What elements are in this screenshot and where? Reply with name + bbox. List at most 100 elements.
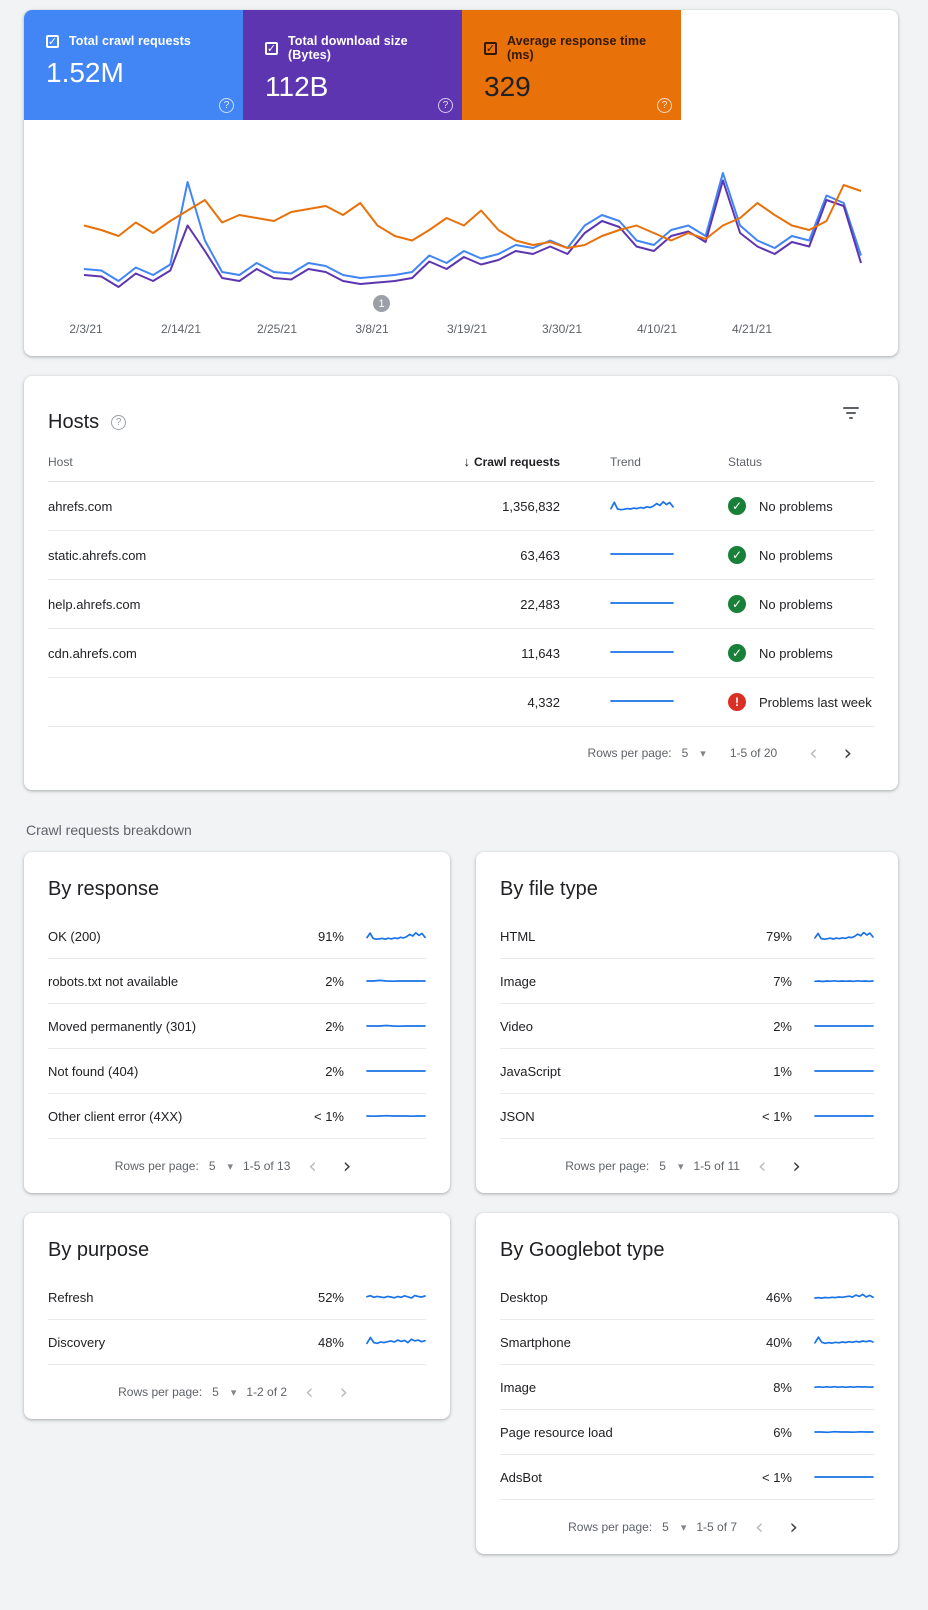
help-icon[interactable]: ? [657, 98, 672, 113]
breakdown-row-label: HTML [500, 929, 734, 944]
trend-sparkline [814, 1467, 874, 1487]
trend-sparkline [814, 1287, 874, 1307]
column-header-trend[interactable]: Trend [560, 455, 710, 469]
host-name: help.ahrefs.com [48, 597, 438, 612]
next-page-button[interactable]: › [836, 743, 860, 764]
metric-chips: ✓ Total crawl requests 1.52M ? ✓ Total d… [24, 10, 898, 120]
host-crawl-requests: 1,356,832 [438, 499, 560, 514]
host-row[interactable]: help.ahrefs.com 22,483 ✓No problems [48, 580, 874, 629]
breakdown-row[interactable]: OK (200) 91% [48, 914, 426, 959]
hosts-pagination: Rows per page: 5 ▾ 1-5 of 20 ‹ › [48, 727, 874, 779]
breakdown-row[interactable]: Image 7% [500, 959, 874, 1004]
x-axis-tick: 3/8/21 [355, 322, 388, 336]
breakdown-row-label: Video [500, 1019, 734, 1034]
rows-per-page-select[interactable]: 5▾ [659, 1159, 683, 1173]
breakdown-row-percent: 8% [734, 1380, 792, 1395]
status-text: No problems [759, 597, 833, 612]
help-icon[interactable]: ? [438, 98, 453, 113]
breakdown-pagination: Rows per page: 5▾ 1-5 of 7 ‹ › [500, 1500, 874, 1554]
sort-desc-icon: ↓ [463, 454, 470, 469]
breakdown-row[interactable]: Desktop 46% [500, 1275, 874, 1320]
breakdown-card-by-file-type: By file type HTML 79% Image 7% Video 2% [476, 852, 898, 1193]
crawl-trends-card: ✓ Total crawl requests 1.52M ? ✓ Total d… [24, 10, 898, 356]
breakdown-row-label: Image [500, 974, 734, 989]
breakdown-row-percent: 2% [286, 1019, 344, 1034]
breakdown-row[interactable]: Video 2% [500, 1004, 874, 1049]
status-ok-icon: ✓ [728, 546, 746, 564]
status-text: No problems [759, 499, 833, 514]
rows-per-page-label: Rows per page: [588, 746, 672, 760]
breakdown-row-percent: 1% [734, 1064, 792, 1079]
breakdown-row-percent: 91% [286, 929, 344, 944]
breakdown-row[interactable]: HTML 79% [500, 914, 874, 959]
breakdown-row-percent: 2% [286, 1064, 344, 1079]
breakdown-row-label: Discovery [48, 1335, 286, 1350]
trend-sparkline [610, 592, 674, 617]
breakdown-row[interactable]: Discovery 48% [48, 1320, 426, 1365]
checkbox-checked-icon[interactable]: ✓ [46, 35, 59, 48]
breakdown-row[interactable]: Other client error (4XX) < 1% [48, 1094, 426, 1139]
breakdown-card-by-purpose: By purpose Refresh 52% Discovery 48% Row… [24, 1213, 450, 1419]
previous-page-button[interactable]: ‹ [297, 1382, 321, 1403]
chart-annotation-marker[interactable]: 1 [373, 295, 390, 312]
checkbox-checked-icon[interactable]: ✓ [484, 42, 497, 55]
rows-per-page-select[interactable]: 5▾ [212, 1385, 236, 1399]
previous-page-button[interactable]: ‹ [300, 1156, 324, 1177]
checkmark-icon: ✓ [486, 42, 495, 55]
host-row[interactable]: 4,332 !Problems last week [48, 678, 874, 727]
breakdown-row[interactable]: Refresh 52% [48, 1275, 426, 1320]
breakdown-pagination: Rows per page: 5▾ 1-5 of 13 ‹ › [48, 1139, 426, 1193]
column-header-status[interactable]: Status [710, 455, 874, 469]
breakdown-row[interactable]: AdsBot < 1% [500, 1455, 874, 1500]
next-page-button[interactable]: › [781, 1517, 805, 1538]
trend-sparkline [814, 926, 874, 946]
checkbox-checked-icon[interactable]: ✓ [265, 42, 278, 55]
previous-page-button[interactable]: ‹ [747, 1517, 771, 1538]
pagination-range: 1-5 of 7 [696, 1520, 737, 1534]
breakdown-row[interactable]: Image 8% [500, 1365, 874, 1410]
help-icon[interactable]: ? [219, 98, 234, 113]
rows-per-page-select[interactable]: 5▾ [209, 1159, 233, 1173]
rows-per-page-select[interactable]: 5 ▾ [682, 746, 706, 760]
metric-chip-total-download-size[interactable]: ✓ Total download size (Bytes) 112B ? [243, 10, 462, 120]
x-axis-tick: 4/10/21 [637, 322, 677, 336]
metric-chip-total-crawl-requests[interactable]: ✓ Total crawl requests 1.52M ? [24, 10, 243, 120]
help-icon[interactable]: ? [111, 415, 126, 430]
previous-page-button[interactable]: ‹ [750, 1156, 774, 1177]
breakdown-row[interactable]: Moved permanently (301) 2% [48, 1004, 426, 1049]
rows-per-page-label: Rows per page: [115, 1159, 199, 1173]
next-page-button[interactable]: › [335, 1156, 359, 1177]
dropdown-arrow-icon: ▾ [231, 1386, 237, 1399]
status-text: Problems last week [759, 695, 872, 710]
pagination-range: 1-5 of 13 [243, 1159, 290, 1173]
trend-sparkline [366, 1061, 426, 1081]
host-row[interactable]: ahrefs.com 1,356,832 ✓No problems [48, 482, 874, 531]
previous-page-button[interactable]: ‹ [801, 743, 825, 764]
breakdown-row-label: robots.txt not available [48, 974, 286, 989]
breakdown-row[interactable]: Smartphone 40% [500, 1320, 874, 1365]
host-row[interactable]: static.ahrefs.com 63,463 ✓No problems [48, 531, 874, 580]
rows-per-page-label: Rows per page: [118, 1385, 202, 1399]
filter-icon[interactable] [842, 406, 860, 420]
column-header-host[interactable]: Host [48, 455, 438, 469]
breakdown-row[interactable]: JavaScript 1% [500, 1049, 874, 1094]
metric-chip-avg-response-time[interactable]: ✓ Average response time (ms) 329 ? [462, 10, 681, 120]
breakdown-row-label: JSON [500, 1109, 734, 1124]
trend-sparkline [814, 1061, 874, 1081]
breakdown-row[interactable]: JSON < 1% [500, 1094, 874, 1139]
breakdown-row[interactable]: robots.txt not available 2% [48, 959, 426, 1004]
breakdown-row[interactable]: Page resource load 6% [500, 1410, 874, 1455]
x-axis-tick: 2/3/21 [69, 322, 102, 336]
next-page-button[interactable]: › [784, 1156, 808, 1177]
breakdown-row-percent: 79% [734, 929, 792, 944]
trend-sparkline [814, 1016, 874, 1036]
rows-per-page-select[interactable]: 5▾ [662, 1520, 686, 1534]
host-row[interactable]: cdn.ahrefs.com 11,643 ✓No problems [48, 629, 874, 678]
breakdown-grid: By response OK (200) 91% robots.txt not … [24, 852, 898, 1554]
breakdown-row[interactable]: Not found (404) 2% [48, 1049, 426, 1094]
metric-chip-label: Total crawl requests [69, 34, 191, 48]
next-page-button[interactable]: › [331, 1382, 355, 1403]
breakdown-row-percent: 48% [286, 1335, 344, 1350]
column-header-crawl-requests[interactable]: ↓Crawl requests [438, 454, 560, 469]
breakdown-row-label: Moved permanently (301) [48, 1019, 286, 1034]
